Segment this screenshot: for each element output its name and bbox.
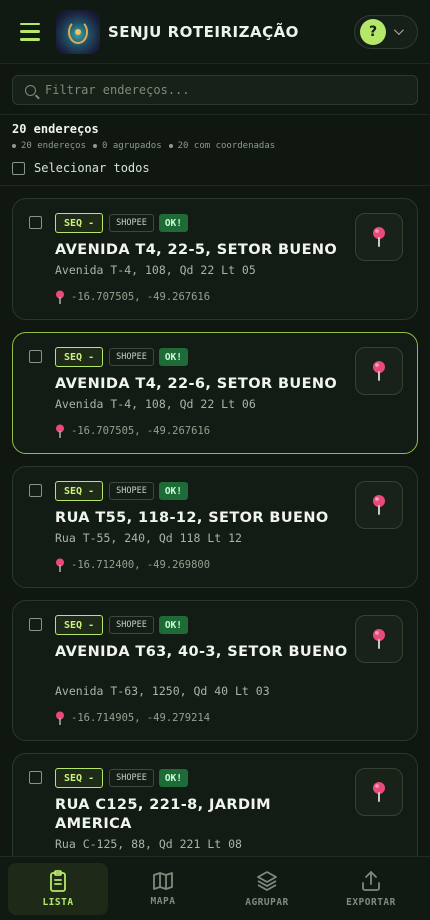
seq-badge[interactable]: SEQ - [55, 768, 104, 788]
map-pin-icon [373, 227, 385, 247]
seq-badge[interactable]: SEQ - [55, 481, 104, 501]
locate-button[interactable] [355, 213, 403, 261]
address-subtitle: Rua C-125, 88, Qd 221 Lt 08 [55, 837, 242, 851]
stat-grouped: 0 agrupados [93, 141, 162, 151]
address-subtitle: Avenida T-4, 108, Qd 22 Lt 06 [55, 397, 256, 411]
divider [0, 114, 430, 115]
search-input[interactable] [45, 83, 405, 97]
pin-icon [56, 424, 64, 438]
coordinates: -16.707505, -49.267616 [55, 424, 210, 438]
summary: 20 endereços [12, 122, 99, 136]
badge-row: SEQ - SHOPEE OK! [55, 347, 188, 367]
status-badge: OK! [158, 482, 188, 500]
address-title: RUA T55, 118-12, SETOR BUENO [55, 510, 329, 526]
nav-exportar[interactable]: EXPORTAR [321, 863, 421, 915]
map-pin-icon [373, 361, 385, 381]
address-checkbox[interactable] [29, 771, 42, 784]
layers-icon [257, 871, 277, 891]
address-card[interactable]: SEQ - SHOPEE OK! AVENIDA T4, 22-5, SETOR… [12, 198, 418, 320]
address-title: RUA C125, 221-8, JARDIM AMERICA [55, 797, 272, 832]
seq-badge[interactable]: SEQ - [55, 615, 104, 635]
map-pin-icon [373, 629, 385, 649]
coordinates: -16.707505, -49.267616 [55, 290, 210, 304]
locate-button[interactable] [355, 347, 403, 395]
chevron-down-icon [393, 25, 404, 36]
coordinates: -16.714905, -49.279214 [55, 711, 210, 725]
address-subtitle: Avenida T-63, 1250, Qd 40 Lt 03 [55, 684, 270, 698]
help-icon: ? [360, 18, 386, 45]
select-all[interactable]: Selecionar todos [12, 161, 150, 175]
nav-lista[interactable]: LISTA [8, 863, 108, 915]
summary-stats: 20 endereços 0 agrupados 20 com coordena… [12, 141, 282, 151]
bottom-nav: LISTA MAPA AGRUPAR EXPORTAR [0, 856, 430, 920]
nav-label: AGRUPAR [245, 897, 289, 908]
address-title: AVENIDA T63, 40-3, SETOR BUENO [55, 644, 348, 660]
badge-row: SEQ - SHOPEE OK! [55, 615, 188, 635]
nav-label: EXPORTAR [346, 897, 396, 908]
map-icon [153, 872, 173, 890]
source-badge: SHOPEE [109, 348, 154, 366]
stat-with-coords: 20 com coordenadas [169, 141, 276, 151]
locate-button[interactable] [355, 481, 403, 529]
coordinates: -16.712400, -49.269800 [55, 558, 210, 572]
select-all-checkbox[interactable] [12, 161, 25, 175]
status-badge: OK! [158, 214, 188, 232]
address-count: 20 endereços [12, 122, 99, 136]
seq-badge[interactable]: SEQ - [55, 347, 104, 367]
pin-icon [56, 558, 64, 572]
address-title: AVENIDA T4, 22-5, SETOR BUENO [55, 242, 338, 258]
address-subtitle: Rua T-55, 240, Qd 118 Lt 12 [55, 531, 242, 545]
search-bar [12, 75, 418, 105]
address-checkbox[interactable] [29, 484, 42, 497]
source-badge: SHOPEE [109, 769, 154, 787]
source-badge: SHOPEE [109, 616, 154, 634]
search-icon [25, 84, 36, 96]
status-badge: OK! [158, 769, 188, 787]
help-button[interactable]: ? [354, 14, 418, 49]
seq-badge[interactable]: SEQ - [55, 213, 104, 233]
app-header: SENJU ROTEIRIZAÇÃO ? [0, 0, 430, 64]
map-pin-icon [373, 495, 385, 515]
badge-row: SEQ - SHOPEE OK! [55, 768, 188, 788]
source-badge: SHOPEE [109, 482, 154, 500]
address-checkbox[interactable] [29, 216, 42, 229]
status-badge: OK! [158, 348, 188, 366]
address-card[interactable]: SEQ - SHOPEE OK! AVENIDA T63, 40-3, SETO… [12, 600, 418, 741]
pin-icon [56, 290, 64, 304]
nav-label: LISTA [42, 897, 74, 908]
nav-label: MAPA [150, 896, 176, 907]
badge-row: SEQ - SHOPEE OK! [55, 213, 188, 233]
locate-button[interactable] [355, 615, 403, 663]
stat-total: 20 endereços [12, 141, 86, 151]
nav-agrupar[interactable]: AGRUPAR [217, 863, 317, 915]
coordinates-text: -16.707505, -49.267616 [71, 425, 211, 437]
map-pin-icon [373, 782, 385, 802]
divider [0, 185, 430, 186]
upload-icon [362, 871, 380, 891]
app-title: SENJU ROTEIRIZAÇÃO [108, 22, 299, 41]
address-checkbox[interactable] [29, 350, 42, 363]
source-badge: SHOPEE [109, 214, 154, 232]
select-all-label: Selecionar todos [34, 161, 150, 175]
coordinates-text: -16.707505, -49.267616 [71, 291, 211, 303]
menu-icon[interactable] [20, 22, 40, 41]
coordinates-text: -16.714905, -49.279214 [71, 712, 211, 724]
app-logo [56, 9, 100, 54]
address-subtitle: Avenida T-4, 108, Qd 22 Lt 05 [55, 263, 256, 277]
address-checkbox[interactable] [29, 618, 42, 631]
coordinates-text: -16.712400, -49.269800 [71, 559, 211, 571]
address-title: AVENIDA T4, 22-6, SETOR BUENO [55, 376, 338, 392]
pin-icon [56, 711, 64, 725]
address-card[interactable]: SEQ - SHOPEE OK! AVENIDA T4, 22-6, SETOR… [12, 332, 418, 454]
clipboard-list-icon [50, 870, 66, 892]
badge-row: SEQ - SHOPEE OK! [55, 481, 188, 501]
status-badge: OK! [158, 616, 188, 634]
address-card[interactable]: SEQ - SHOPEE OK! RUA T55, 118-12, SETOR … [12, 466, 418, 588]
nav-mapa[interactable]: MAPA [113, 863, 213, 915]
locate-button[interactable] [355, 768, 403, 816]
